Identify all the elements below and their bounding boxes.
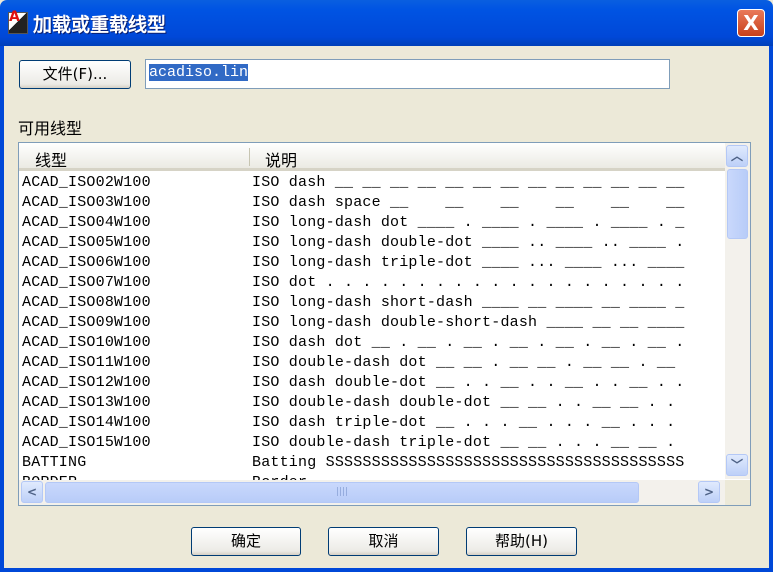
linetype-description: Batting SSSSSSSSSSSSSSSSSSSSSSSSSSSSSSSS… [252, 454, 685, 471]
linetype-name: ACAD_ISO10W100 [22, 334, 151, 351]
linetype-name: BATTING [22, 454, 87, 471]
file-button[interactable]: 文件(F)... [19, 60, 131, 89]
linetype-description: ISO dash __ __ __ __ __ __ __ __ __ __ _… [252, 174, 686, 191]
table-row[interactable]: ACAD_ISO10W100 ISO dash dot __ . __ . __ … [19, 333, 725, 353]
vertical-scrollbar[interactable]: ︿ ﹀ [725, 143, 750, 479]
table-row[interactable]: ACAD_ISO09W100 ISO long-dash double-short… [19, 313, 725, 333]
vertical-scroll-thumb[interactable] [727, 169, 748, 239]
linetype-description: ISO long-dash double-short-dash ____ __ … [252, 314, 685, 331]
help-button[interactable]: 帮助(H) [466, 527, 577, 556]
linetype-name: ACAD_ISO05W100 [22, 234, 151, 251]
table-row[interactable]: ACAD_ISO06W100 ISO long-dash triple-dot _… [19, 253, 725, 273]
linetype-description: ISO double-dash triple-dot __ __ . . . _… [252, 434, 676, 451]
table-row[interactable]: ACAD_ISO03W100 ISO dash space __ __ __ __… [19, 193, 725, 213]
linetype-name: ACAD_ISO11W100 [22, 354, 151, 371]
scroll-up-button[interactable]: ︿ [726, 145, 748, 167]
table-row[interactable]: ACAD_ISO02W100 ISO dash __ __ __ __ __ __… [19, 173, 725, 193]
linetype-name: ACAD_ISO07W100 [22, 274, 151, 291]
list-header: 线型 说明 [19, 143, 725, 171]
horizontal-scrollbar[interactable]: < |||| > [19, 480, 725, 505]
linetype-name: ACAD_ISO14W100 [22, 414, 151, 431]
close-button[interactable]: X [737, 9, 765, 37]
file-name-value: acadiso.lin [149, 64, 249, 81]
linetype-description: ISO dot . . . . . . . . . . . . . . . . … [252, 274, 685, 291]
linetype-name: ACAD_ISO04W100 [22, 214, 151, 231]
scroll-down-button[interactable]: ﹀ [726, 454, 748, 476]
column-header-description[interactable]: 说明 [265, 147, 297, 171]
table-row[interactable]: ACAD_ISO08W100 ISO long-dash short-dash _… [19, 293, 725, 313]
table-row[interactable]: ACAD_ISO13W100 ISO double-dash double-dot… [19, 393, 725, 413]
autocad-icon [8, 9, 28, 34]
linetype-description: ISO long-dash dot ____ . ____ . ____ . _… [252, 214, 685, 231]
linetype-description: ISO long-dash triple-dot ____ ... ____ .… [252, 254, 685, 271]
table-row[interactable]: ACAD_ISO05W100 ISO long-dash double-dot _… [19, 233, 725, 253]
title-bar: 加载或重载线型 X [0, 0, 773, 46]
linetype-name: ACAD_ISO12W100 [22, 374, 151, 391]
file-name-input[interactable]: acadiso.lin [145, 59, 670, 89]
list-rows: ACAD_ISO02W100 ISO dash __ __ __ __ __ __… [19, 173, 725, 493]
scroll-corner [725, 480, 750, 505]
linetype-name: ACAD_ISO08W100 [22, 294, 151, 311]
linetype-description: ISO dash space __ __ __ __ __ __ [252, 194, 685, 211]
scroll-right-button[interactable]: > [698, 481, 720, 503]
cancel-button[interactable]: 取消 [328, 527, 439, 556]
table-row[interactable]: ACAD_ISO04W100 ISO long-dash dot ____ . _… [19, 213, 725, 233]
linetype-name: ACAD_ISO03W100 [22, 194, 151, 211]
linetype-name: ACAD_ISO09W100 [22, 314, 151, 331]
column-header-linetype[interactable]: 线型 [35, 147, 67, 171]
linetype-name: ACAD_ISO02W100 [22, 174, 151, 191]
linetype-name: ACAD_ISO15W100 [22, 434, 151, 451]
linetype-description: ISO double-dash dot __ __ . __ __ . __ _… [252, 354, 676, 371]
column-divider[interactable] [249, 148, 250, 166]
linetype-description: ISO dash triple-dot __ . . . __ . . . __… [252, 414, 676, 431]
dialog-title: 加载或重载线型 [33, 14, 167, 36]
linetype-description: ISO double-dash double-dot __ __ . . __ … [252, 394, 676, 411]
linetype-description: ISO long-dash short-dash ____ __ ____ __… [252, 294, 685, 311]
table-row[interactable]: ACAD_ISO15W100 ISO double-dash triple-dot… [19, 433, 725, 453]
ok-button[interactable]: 确定 [191, 527, 301, 556]
horizontal-scroll-thumb[interactable]: |||| [45, 482, 639, 503]
linetype-description: ISO dash dot __ . __ . __ . __ . __ . __… [252, 334, 685, 351]
linetype-list[interactable]: 线型 说明 ACAD_ISO02W100 ISO dash __ __ __ __… [18, 142, 751, 506]
linetype-description: ISO long-dash double-dot ____ .. ____ ..… [252, 234, 685, 251]
available-linetypes-label: 可用线型 [18, 119, 83, 138]
table-row[interactable]: ACAD_ISO14W100 ISO dash triple-dot __ . .… [19, 413, 725, 433]
table-row[interactable]: ACAD_ISO12W100 ISO dash double-dot __ . .… [19, 373, 725, 393]
table-row[interactable]: ACAD_ISO11W100 ISO double-dash dot __ __ … [19, 353, 725, 373]
scroll-left-button[interactable]: < [21, 481, 43, 503]
table-row[interactable]: BATTING Batting SSSSSSSSSSSSSSSSSSSSSSSSS… [19, 453, 725, 473]
table-row[interactable]: ACAD_ISO07W100 ISO dot . . . . . . . . . … [19, 273, 725, 293]
linetype-name: ACAD_ISO13W100 [22, 394, 151, 411]
linetype-name: ACAD_ISO06W100 [22, 254, 151, 271]
linetype-description: ISO dash double-dot __ . . __ . . __ . .… [252, 374, 685, 391]
